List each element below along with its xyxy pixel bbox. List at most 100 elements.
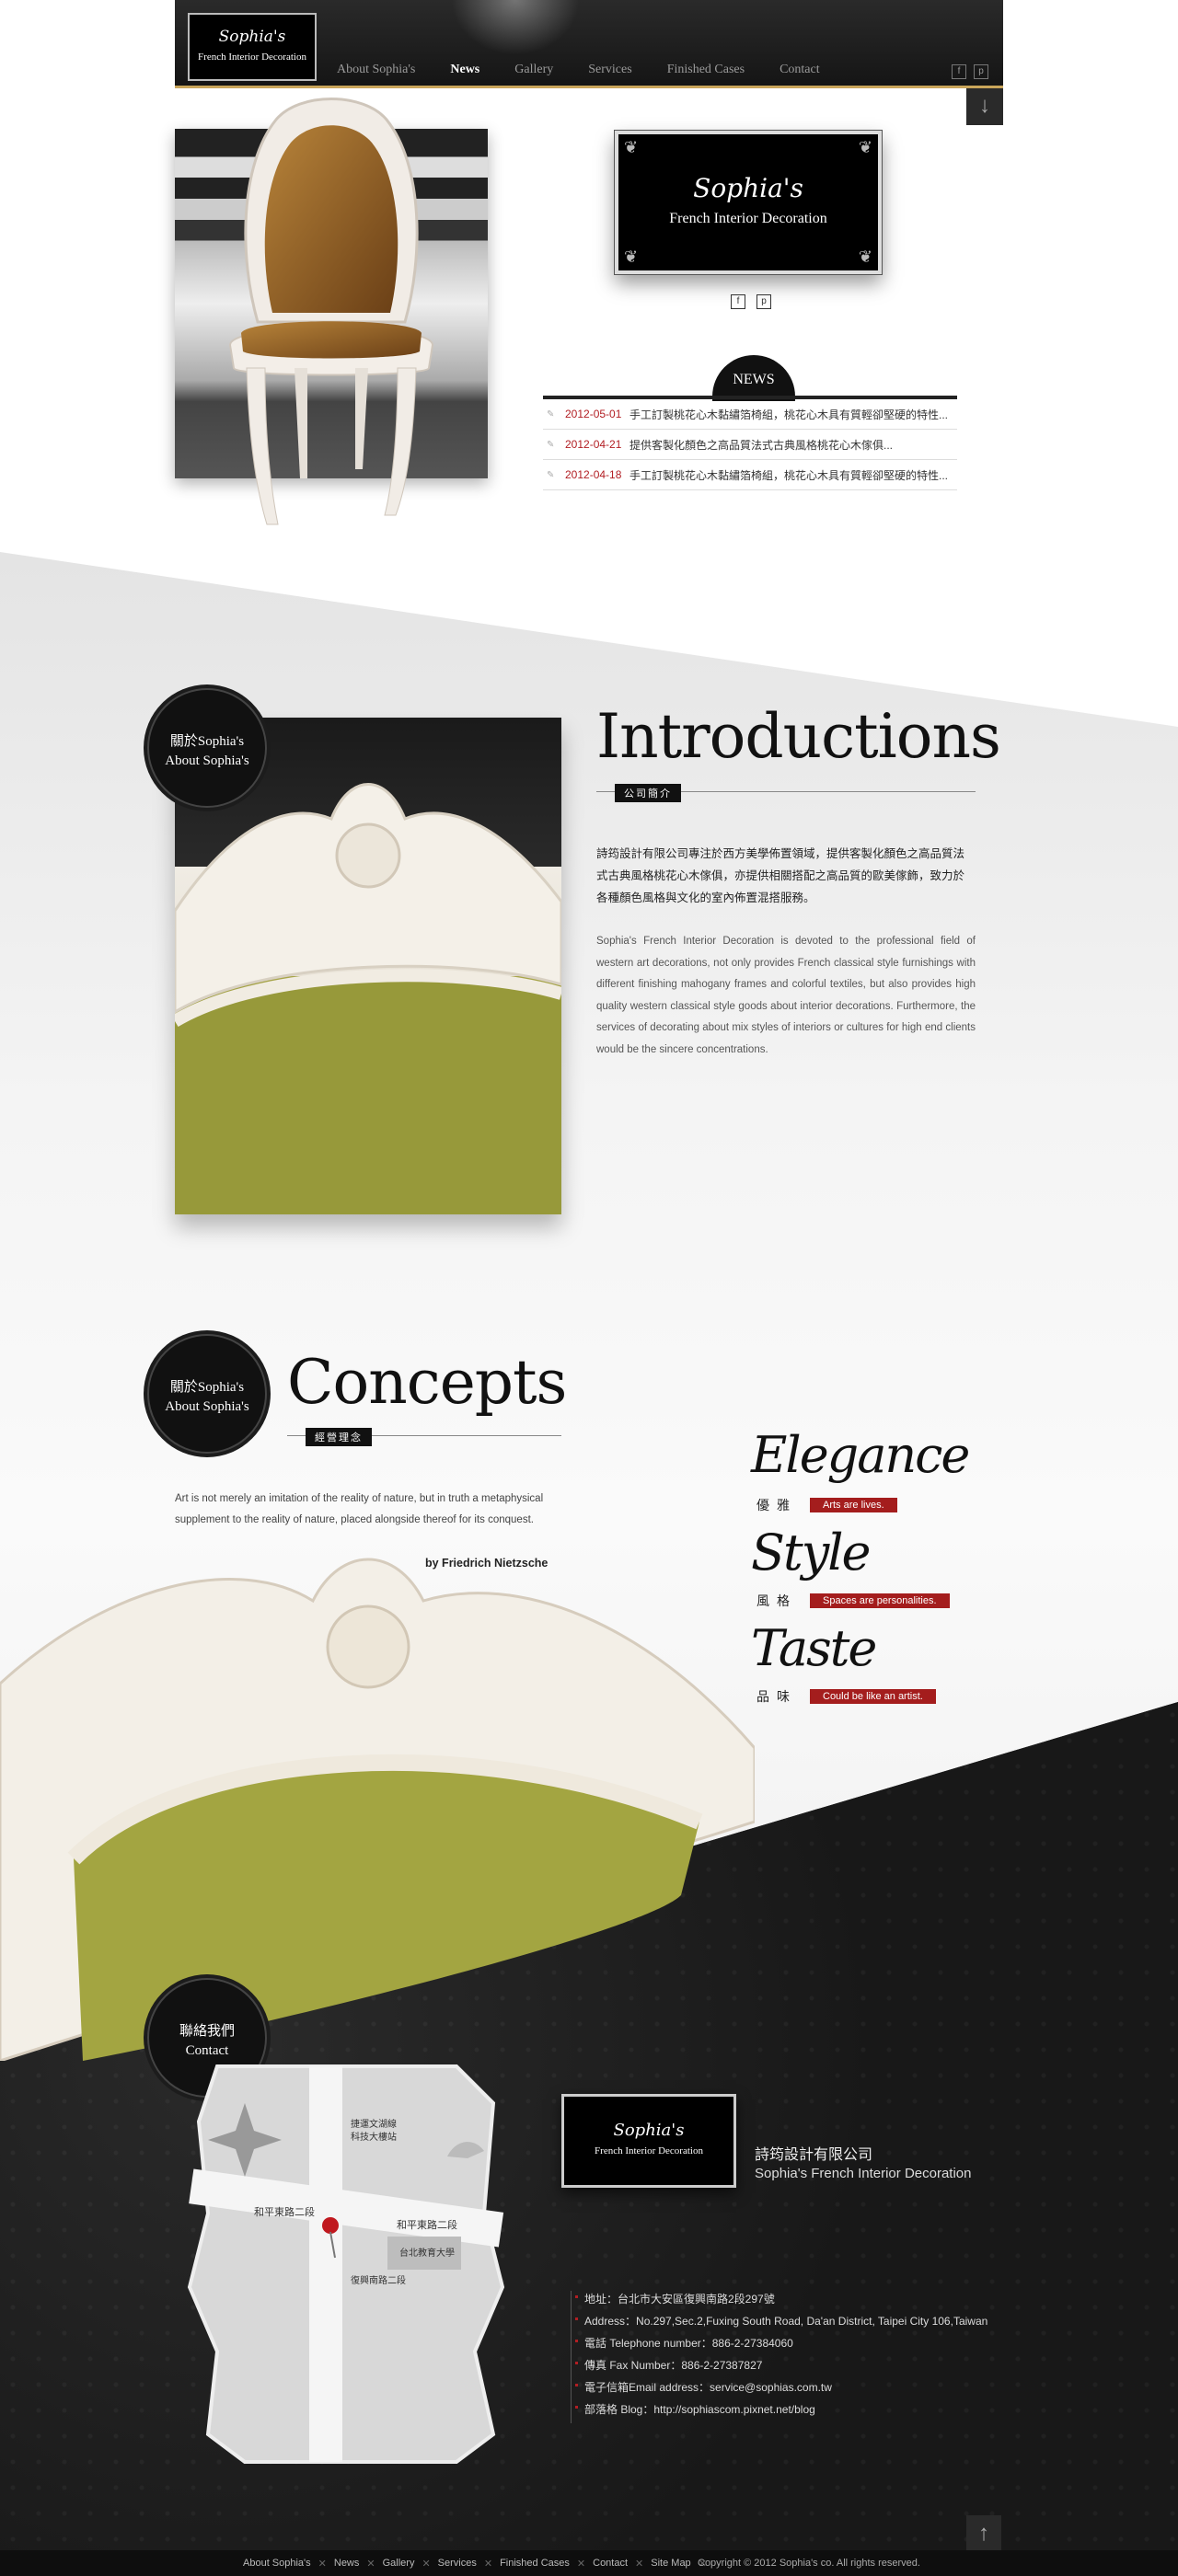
concepts-badge-en: About Sophia's <box>165 1399 249 1414</box>
hero-chair-image <box>228 98 434 525</box>
value-slogan: Spaces are personalities. <box>810 1593 950 1608</box>
concepts-badge: 關於Sophia's About Sophia's <box>147 1334 267 1454</box>
company-name-en: Sophia's French Interior Decoration <box>755 2166 972 2181</box>
footer-bar: About Sophia's ✕ News ✕ Gallery ✕ Servic… <box>0 2550 1178 2576</box>
concept-quote: Art is not merely an imitation of the re… <box>175 1493 544 1525</box>
map-mrt-label: 科技大樓站 <box>351 2131 397 2143</box>
news-item[interactable]: ✎ 2012-04-21 提供客製化顏色之高品質法式古典風格桃花心木傢俱... <box>543 430 957 460</box>
map-mrt-label: 捷運文湖線 <box>351 2118 397 2130</box>
concepts-badge-zh: 關於Sophia's <box>169 1380 245 1395</box>
value-word: Elegance <box>751 1426 970 1484</box>
contact-address-en: Address：No.297,Sec.2,Fuxing South Road, … <box>572 2313 1012 2335</box>
news-date: 2012-04-21 <box>565 438 622 451</box>
nav-item-gallery[interactable]: Gallery <box>514 63 553 77</box>
corner-ornament-icon: ❦ <box>624 247 639 266</box>
pen-icon: ✎ <box>547 469 555 480</box>
contact-fax: 傳真 Fax Number：886-2-27387827 <box>572 2357 1012 2379</box>
nav-item-news[interactable]: News <box>450 63 479 77</box>
separator-icon: ✕ <box>576 2559 586 2570</box>
concept-chair-image <box>0 1558 755 2061</box>
map-road-label: 復興南路二段 <box>351 2274 406 2286</box>
concepts-title: Concepts <box>287 1347 567 1418</box>
about-badge: 關於Sophia's About Sophia's <box>147 688 267 808</box>
footer-link-news[interactable]: News <box>334 2558 360 2570</box>
news-title[interactable]: 手工訂製桃花心木黏繡箔椅組，桃花心木具有質輕卻堅硬的特性... <box>629 407 952 422</box>
contact-badge-zh: 聯絡我們 <box>179 2024 235 2039</box>
logo-script: Sophia's <box>218 28 286 46</box>
news-title[interactable]: 提供客製化顏色之高品質法式古典風格桃花心木傢俱... <box>629 437 952 453</box>
pen-icon: ✎ <box>547 439 555 450</box>
separator-icon: ✕ <box>422 2559 431 2570</box>
footer-link-about[interactable]: About Sophia's <box>243 2558 311 2570</box>
about-tag: 公司簡介 <box>615 784 681 802</box>
company-name-zh: 詩筠設計有限公司 <box>755 2147 873 2163</box>
news-list: ✎ 2012-05-01 手工訂製桃花心木黏繡箔椅組，桃花心木具有質輕卻堅硬的特… <box>543 399 957 490</box>
arrow-down-icon[interactable]: ↓ <box>966 88 1003 125</box>
news-item[interactable]: ✎ 2012-05-01 手工訂製桃花心木黏繡箔椅組，桃花心木具有質輕卻堅硬的特… <box>543 399 957 430</box>
introductions-title: Introductions <box>596 701 1001 772</box>
main-menu: About Sophia's News Gallery Services Fin… <box>337 63 855 77</box>
intro-text-zh: 詩筠設計有限公司專注於西方美學佈置領域，提供客製化顏色之高品質法式古典風格桃花心… <box>596 847 965 904</box>
footer-link-site-map[interactable]: Site Map <box>651 2558 690 2570</box>
plurk-icon[interactable]: p <box>974 64 988 79</box>
value-style: Style 風格 Spaces are personalities. <box>751 1524 950 1608</box>
value-zh: 品味 <box>756 1689 797 1704</box>
nav-logo[interactable]: Sophia's French Interior Decoration <box>188 13 317 81</box>
separator-icon: ✕ <box>366 2559 375 2570</box>
footer-nav: About Sophia's ✕ News ✕ Gallery ✕ Servic… <box>243 2558 714 2570</box>
value-slogan: Arts are lives. <box>810 1498 897 1512</box>
nav-item-services[interactable]: Services <box>588 63 631 77</box>
separator-icon: ✕ <box>635 2559 644 2570</box>
nav-item-contact[interactable]: Contact <box>780 63 820 77</box>
separator-icon: ✕ <box>483 2559 493 2570</box>
value-word: Taste <box>751 1619 877 1677</box>
location-map[interactable]: 和平東路二段 和平東路二段 捷運文湖線 科技大樓站 復興南路二段 台北教育大學 <box>180 2048 521 2471</box>
intro-text-en: Sophia's French Interior Decoration is d… <box>596 936 976 1055</box>
news-item[interactable]: ✎ 2012-04-18 手工訂製桃花心木黏繡箔椅組，桃花心木具有質輕卻堅硬的特… <box>543 460 957 490</box>
contact-details: 地址：台北市大安區復興南路2段297號 Address：No.297,Sec.2… <box>571 2291 1012 2423</box>
footer-link-finished-cases[interactable]: Finished Cases <box>500 2558 570 2570</box>
value-zh: 優雅 <box>756 1498 797 1512</box>
value-slogan: Could be like an artist. <box>810 1689 936 1704</box>
news-date: 2012-04-18 <box>565 468 622 481</box>
nav-social: f p <box>952 64 988 79</box>
contact-phone[interactable]: 電話 Telephone number：886-2-27384060 <box>572 2335 1012 2357</box>
value-zh: 風格 <box>756 1593 797 1608</box>
nav-item-finished-cases[interactable]: Finished Cases <box>667 63 745 77</box>
arrow-up-icon[interactable]: ↑ <box>966 2515 1001 2550</box>
news-badge: NEWS <box>712 355 795 401</box>
contact-blog[interactable]: 部落格 Blog：http://sophiascom.pixnet.net/bl… <box>572 2401 1012 2423</box>
map-road-label: 和平東路二段 <box>397 2218 457 2231</box>
footer-brand-logo: Sophia's French Interior Decoration <box>561 2094 736 2188</box>
spotlight-glow <box>451 0 580 55</box>
facebook-icon[interactable]: f <box>952 64 966 79</box>
facebook-icon[interactable]: f <box>731 294 745 309</box>
value-taste: Taste 品味 Could be like an artist. <box>751 1619 936 1704</box>
separator-icon: ✕ <box>318 2559 327 2570</box>
hero-logo-script: Sophia's <box>693 173 803 203</box>
contact-email[interactable]: 電子信箱Email address：service@sophias.com.tw <box>572 2379 1012 2401</box>
about-badge-en: About Sophia's <box>165 753 249 768</box>
copyright: Copyright © 2012 Sophia's co. All rights… <box>698 2558 920 2569</box>
footer-link-services[interactable]: Services <box>438 2558 477 2570</box>
footer-logo-script: Sophia's <box>613 2121 685 2140</box>
map-road-label: 和平東路二段 <box>254 2205 315 2218</box>
news-date: 2012-05-01 <box>565 408 622 420</box>
about-badge-zh: 關於Sophia's <box>169 734 245 749</box>
hero-social: f p <box>731 294 771 309</box>
value-word: Style <box>751 1524 871 1581</box>
concepts-tag: 經營理念 <box>306 1428 372 1446</box>
hero-brand-logo: ❦ ❦ ❦ ❦ Sophia's French Interior Decorat… <box>614 130 883 275</box>
plurk-icon[interactable]: p <box>756 294 771 309</box>
map-school-label: 台北教育大學 <box>399 2247 455 2259</box>
hero-logo-subtitle: French Interior Decoration <box>669 211 827 226</box>
corner-ornament-icon: ❦ <box>624 138 639 156</box>
footer-link-contact[interactable]: Contact <box>593 2558 628 2570</box>
news-title[interactable]: 手工訂製桃花心木黏繡箔椅組，桃花心木具有質輕卻堅硬的特性... <box>629 467 952 483</box>
contact-address-zh: 地址：台北市大安區復興南路2段297號 <box>572 2291 1012 2313</box>
nav-item-about[interactable]: About Sophia's <box>337 63 415 77</box>
footer-link-gallery[interactable]: Gallery <box>383 2558 415 2570</box>
concept-author: by Friedrich Nietzsche <box>425 1557 549 1570</box>
footer-logo-subtitle: French Interior Decoration <box>595 2145 703 2156</box>
corner-ornament-icon: ❦ <box>858 247 872 266</box>
